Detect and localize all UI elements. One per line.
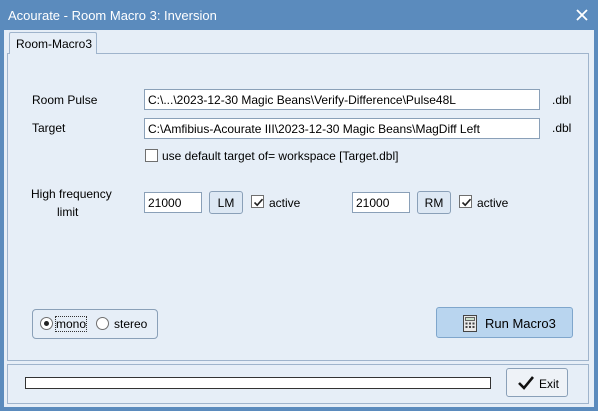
stereo-radio[interactable] <box>96 317 109 330</box>
default-target-label: use default target of= workspace [Target… <box>162 149 399 163</box>
run-macro3-button[interactable]: Run Macro3 <box>436 307 573 338</box>
rm-button[interactable]: RM <box>417 191 451 214</box>
mono-radio[interactable] <box>40 317 53 330</box>
default-target-checkbox[interactable] <box>145 149 158 162</box>
room-pulse-ext: .dbl <box>552 93 572 107</box>
app-window: Acourate - Room Macro 3: Inversion Room-… <box>0 0 598 411</box>
right-active-checkbox[interactable] <box>459 195 472 208</box>
room-pulse-label: Room Pulse <box>32 93 98 107</box>
hf-limit-label-line2: limit <box>57 205 79 219</box>
progress-bar <box>25 377 491 389</box>
checkmark-icon <box>253 198 264 207</box>
hf-limit-right-input[interactable]: 21000 <box>352 192 410 213</box>
run-macro3-label: Run Macro3 <box>485 316 556 331</box>
title-bar: Acourate - Room Macro 3: Inversion <box>0 0 598 30</box>
exit-label: Exit <box>539 377 560 391</box>
stereo-label: stereo <box>114 317 148 331</box>
lm-button-label: LM <box>217 195 235 210</box>
exit-button[interactable]: Exit <box>506 368 568 397</box>
target-field[interactable]: C:\Amfibius-Acourate III\2023-12-30 Magi… <box>144 118 540 139</box>
checkmark-icon <box>461 198 472 207</box>
hf-limit-label-line1: High frequency <box>31 187 112 201</box>
room-pulse-field[interactable]: C:\...\2023-12-30 Magic Beans\Verify-Dif… <box>144 89 540 110</box>
close-icon <box>576 9 588 21</box>
window-title: Acourate - Room Macro 3: Inversion <box>8 8 217 23</box>
tab-room-macro3[interactable]: Room-Macro3 <box>9 32 97 54</box>
right-active-label: active <box>477 196 509 210</box>
left-active-checkbox[interactable] <box>251 195 264 208</box>
mono-label: mono <box>54 316 88 332</box>
calculator-icon <box>463 315 477 332</box>
target-label: Target <box>32 121 66 135</box>
tab-label: Room-Macro3 <box>16 37 93 51</box>
target-ext: .dbl <box>552 121 572 135</box>
checkmark-icon <box>518 376 535 390</box>
lm-button[interactable]: LM <box>209 191 243 214</box>
close-button[interactable] <box>566 0 598 30</box>
rm-button-label: RM <box>424 195 444 210</box>
radio-dot <box>44 321 49 326</box>
left-active-label: active <box>269 196 301 210</box>
hf-limit-left-input[interactable]: 21000 <box>144 192 202 213</box>
